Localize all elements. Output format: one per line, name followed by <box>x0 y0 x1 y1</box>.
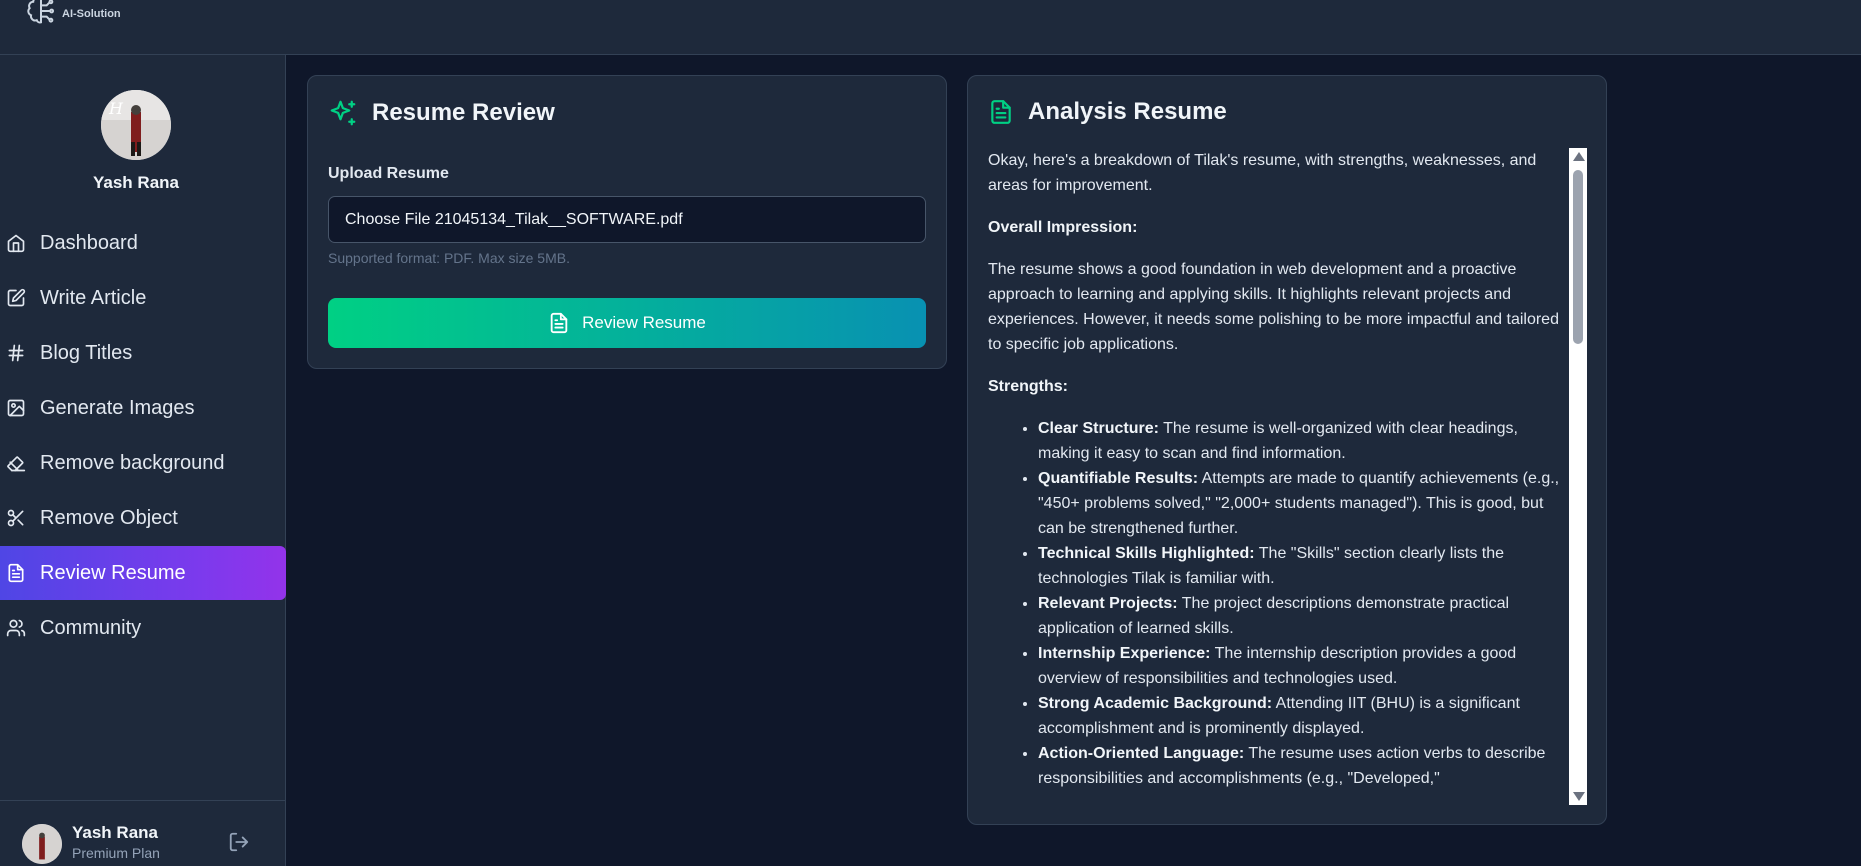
brand-logo[interactable]: AI-Solution <box>24 0 121 28</box>
sidebar-item-community[interactable]: Community <box>0 601 286 655</box>
sidebar-item-label: Write Article <box>40 286 147 309</box>
list-item: Technical Skills Highlighted: The "Skill… <box>1038 541 1573 591</box>
analysis-intro: Okay, here's a breakdown of Tilak's resu… <box>988 152 1537 194</box>
file-text-icon <box>8 563 24 583</box>
sidebar-item-blog-titles[interactable]: Blog Titles <box>0 326 286 380</box>
edit-icon <box>7 288 26 307</box>
list-item: Relevant Projects: The project descripti… <box>1038 591 1573 641</box>
home-icon <box>7 234 25 253</box>
sidebar-item-review-resume[interactable]: Review Resume <box>0 546 286 600</box>
footer-plan: Premium Plan <box>72 845 160 861</box>
sidebar-item-label: Dashboard <box>40 231 138 254</box>
sidebar-item-remove-background[interactable]: Remove background <box>0 436 286 490</box>
sidebar-item-generate-images[interactable]: Generate Images <box>0 381 286 435</box>
upload-label: Upload Resume <box>328 165 449 182</box>
upload-hint: Supported format: PDF. Max size 5MB. <box>328 250 570 266</box>
file-upload-input[interactable]: Choose File 21045134_Tilak__SOFTWARE.pdf <box>328 196 926 243</box>
logout-icon <box>229 832 249 852</box>
scrollbar[interactable] <box>1569 148 1587 805</box>
brain-circuit-icon <box>27 0 55 24</box>
overall-heading: Overall Impression: <box>988 219 1138 236</box>
hash-icon <box>8 344 24 362</box>
resume-review-title: Resume Review <box>372 99 555 126</box>
scroll-thumb[interactable] <box>1573 170 1583 344</box>
strengths-heading: Strengths: <box>988 378 1068 395</box>
list-item: Clear Structure: The resume is well-orga… <box>1038 416 1573 466</box>
scroll-up-icon[interactable] <box>1573 152 1585 161</box>
analysis-title: Analysis Resume <box>1028 98 1227 125</box>
profile-name: Yash Rana <box>93 173 179 192</box>
logout-button[interactable] <box>228 831 250 858</box>
resume-review-card: Resume Review Upload Resume Choose File … <box>307 75 947 369</box>
users-icon <box>6 619 26 637</box>
sparkles-icon <box>330 100 356 126</box>
top-bar: AI-Solution <box>0 0 1861 55</box>
list-item: Quantifiable Results: Attempts are made … <box>1038 466 1573 541</box>
card-title: Analysis Resume <box>988 98 1227 126</box>
eraser-icon <box>7 456 26 472</box>
sidebar-item-label: Remove background <box>40 451 225 474</box>
sidebar-item-label: Review Resume <box>40 561 186 584</box>
footer-user-name: Yash Rana <box>72 823 158 842</box>
svg-text:H: H <box>108 99 124 118</box>
overall-text: The resume shows a good foundation in we… <box>988 261 1559 353</box>
sidebar-item-write-article[interactable]: Write Article <box>0 271 286 325</box>
sidebar-item-label: Community <box>40 616 142 639</box>
brand-name: AI-Solution <box>62 8 121 20</box>
avatar[interactable]: H <box>101 90 171 160</box>
sidebar-item-dashboard[interactable]: Dashboard <box>0 216 286 270</box>
sidebar-item-label: Remove Object <box>40 506 178 529</box>
sidebar-item-label: Blog Titles <box>40 341 133 364</box>
scissors-icon <box>7 509 24 527</box>
avatar[interactable] <box>22 824 62 864</box>
image-icon <box>7 399 25 417</box>
scroll-down-icon[interactable] <box>1573 792 1585 801</box>
analysis-card: Analysis Resume Okay, here's a breakdown… <box>967 75 1607 825</box>
list-item: Strong Academic Background: Attending II… <box>1038 691 1573 741</box>
analysis-content[interactable]: Okay, here's a breakdown of Tilak's resu… <box>988 148 1573 805</box>
file-text-icon <box>991 100 1011 124</box>
sidebar-item-label: Generate Images <box>40 396 195 419</box>
sidebar-item-remove-object[interactable]: Remove Object <box>0 491 286 545</box>
list-item: Internship Experience: The internship de… <box>1038 641 1573 691</box>
review-resume-label: Review Resume <box>582 313 706 332</box>
list-item: Action-Oriented Language: The resume use… <box>1038 741 1573 791</box>
review-resume-button[interactable]: Review Resume <box>328 298 926 348</box>
sidebar: H Yash Rana Dashboard Write Article Blog… <box>0 55 286 866</box>
sidebar-footer: Yash Rana Premium Plan <box>0 800 286 866</box>
card-title: Resume Review <box>328 98 555 128</box>
file-text-icon <box>550 312 568 334</box>
strengths-list: Clear Structure: The resume is well-orga… <box>988 416 1573 791</box>
